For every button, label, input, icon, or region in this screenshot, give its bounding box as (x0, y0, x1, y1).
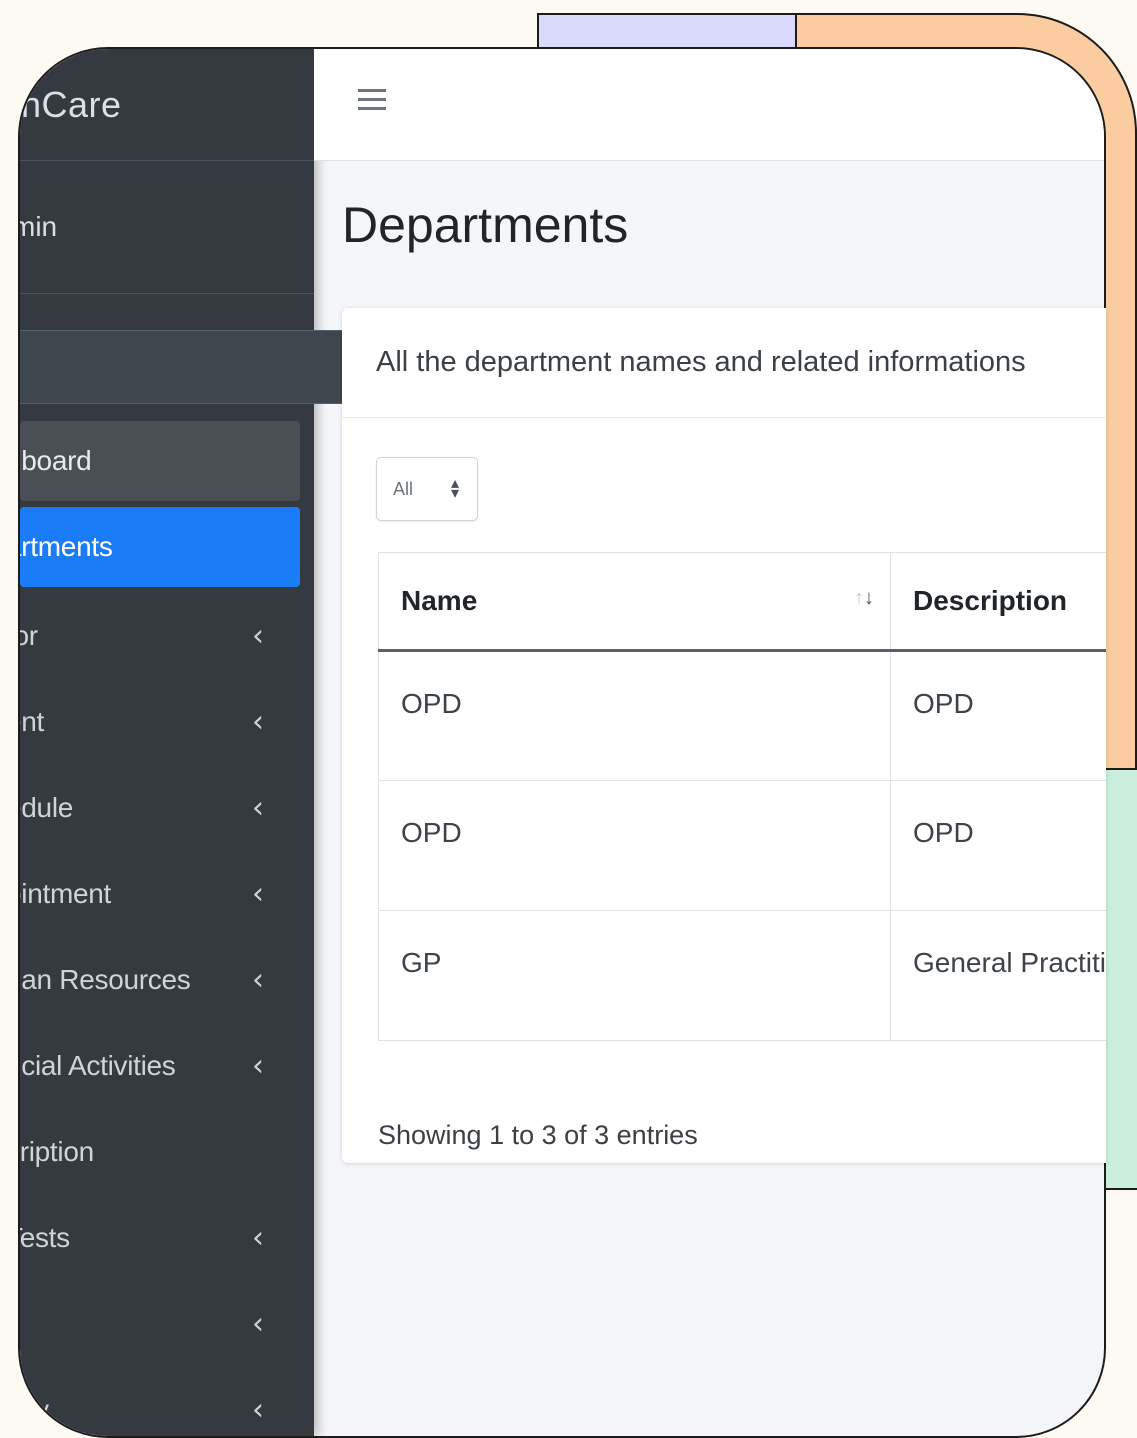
chevron-left-icon: ‹ (252, 618, 264, 654)
sidebar-item-appointment[interactable]: ointment ‹ (20, 851, 314, 937)
cell-description: General Practiti (890, 910, 1106, 1041)
sidebar-item-label: ointment (20, 878, 111, 909)
cell-description: OPD (890, 650, 1106, 781)
sidebar-item-prescription[interactable]: cription (20, 1109, 314, 1195)
entries-length-select[interactable]: All ▴ ▾ (376, 457, 478, 521)
chevron-left-icon: ‹ (252, 876, 264, 912)
sidebar-search (20, 330, 377, 404)
sidebar-nav: hboard artments tor ‹ ent ‹ edule ‹ oint… (20, 421, 314, 1436)
table-row[interactable]: OPD OPD (378, 780, 1106, 911)
page-title: Departments (342, 197, 629, 253)
sidebar-item-dashboard[interactable]: hboard (20, 421, 300, 501)
sidebar: lthCare min hboard artments tor ‹ (20, 49, 377, 1436)
select-arrows-icon: ▴ ▾ (450, 475, 459, 502)
cell-description: OPD (890, 780, 1106, 911)
sidebar-item-unlabeled[interactable]: ‹ (20, 1281, 314, 1367)
entries-length-value: All (393, 478, 414, 499)
card-header: All the department names and related inf… (342, 308, 1106, 418)
column-header-name[interactable]: Name ↑↓ (378, 552, 891, 652)
chevron-left-icon: ‹ (252, 1306, 264, 1342)
sidebar-item-label: nan Resources (18, 964, 191, 995)
sort-icon: ↑↓ (854, 587, 874, 609)
table-row[interactable]: OPD OPD (378, 650, 1106, 781)
sidebar-item-label: artments (20, 531, 113, 562)
sidebar-item-tests[interactable]: Tests ‹ (20, 1195, 314, 1281)
table-header-row: Name ↑↓ Description (378, 552, 1106, 652)
cell-name: GP (378, 910, 891, 1041)
departments-card: All the department names and related inf… (342, 308, 1106, 1163)
sidebar-item-departments[interactable]: artments (20, 507, 300, 587)
column-header-label: Name (401, 585, 478, 616)
sidebar-item-human-resources[interactable]: nan Resources ‹ (20, 937, 314, 1023)
brand[interactable]: lthCare (20, 49, 314, 161)
table-row[interactable]: GP General Practiti (378, 910, 1106, 1041)
departments-table: Name ↑↓ Description OPD OPD OPD OPD GP G… (378, 552, 1106, 1041)
chevron-left-icon: ‹ (252, 962, 264, 998)
sidebar-item-schedule[interactable]: edule ‹ (20, 765, 314, 851)
table-info: Showing 1 to 3 of 3 entries (378, 1120, 698, 1150)
top-navbar (314, 49, 1104, 161)
sidebar-item-label: tor (20, 620, 38, 651)
sidebar-item-patient[interactable]: ent ‹ (20, 679, 314, 765)
chevron-left-icon: ‹ (252, 704, 264, 740)
user-name: min (20, 211, 58, 242)
chevron-left-icon: ‹ (252, 1048, 264, 1084)
sidebar-item-label: edule (20, 792, 74, 823)
cell-name: OPD (378, 780, 891, 911)
chevron-left-icon: ‹ (252, 790, 264, 826)
sidebar-item-label: cription (19, 1136, 94, 1167)
sidebar-item-label: Tests (19, 1222, 70, 1253)
sidebar-item-doctor[interactable]: tor ‹ (20, 593, 314, 679)
column-header-label: Description (913, 585, 1068, 616)
sidebar-item-label: ncial Activities (18, 1050, 176, 1081)
chevron-left-icon: ‹ (252, 1392, 264, 1428)
user-panel[interactable]: min (20, 161, 314, 294)
sidebar-item-label: acy (20, 1394, 49, 1425)
search-input[interactable] (20, 330, 345, 404)
cell-name: OPD (378, 650, 891, 781)
menu-toggle-icon[interactable] (358, 89, 386, 113)
sidebar-item-pharmacy[interactable]: acy ‹ (20, 1367, 314, 1436)
column-header-description[interactable]: Description (890, 552, 1106, 652)
sidebar-item-financial-activities[interactable]: ncial Activities ‹ (20, 1023, 314, 1109)
sidebar-item-label: hboard (20, 445, 92, 476)
brand-text: lthCare (20, 83, 122, 125)
sidebar-item-label: ent (20, 706, 45, 737)
chevron-left-icon: ‹ (252, 1220, 264, 1256)
